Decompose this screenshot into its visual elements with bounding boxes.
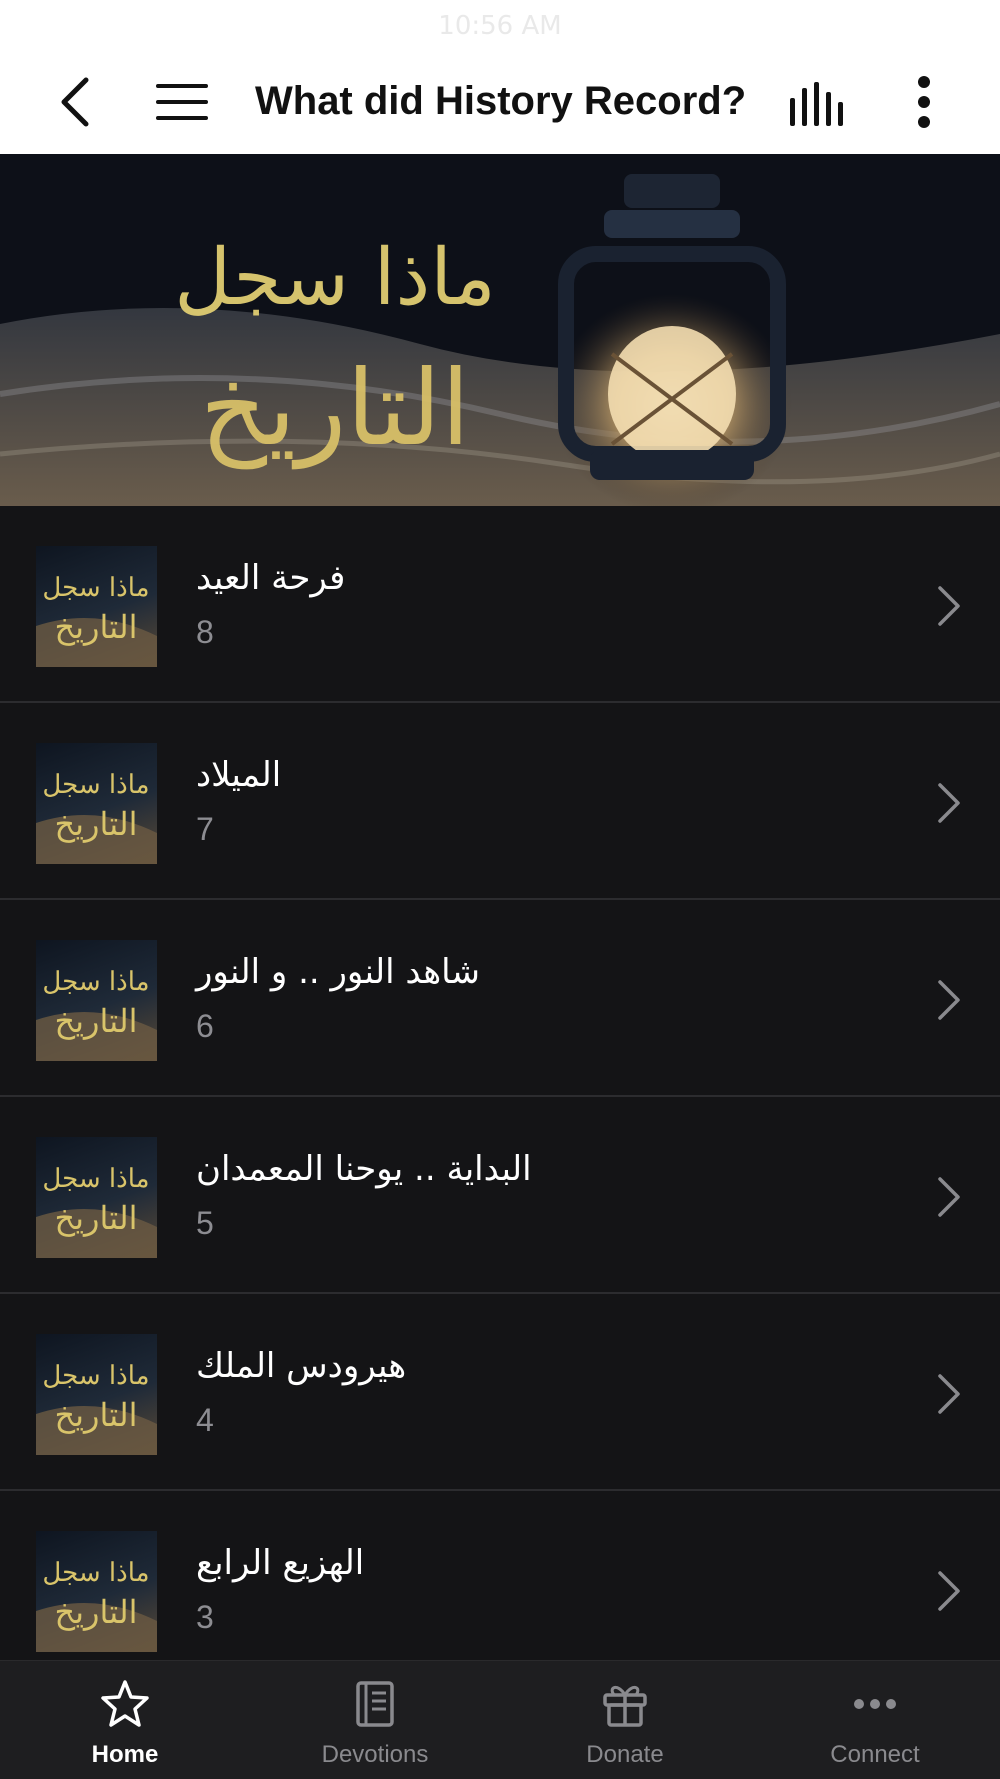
episode-thumbnail: ماذا سجل التاريخ — [36, 743, 157, 864]
status-time: 10:56 AM — [438, 11, 562, 41]
svg-text:ماذا سجل: ماذا سجل — [42, 1558, 149, 1588]
tab-devotions[interactable]: Devotions — [250, 1661, 500, 1779]
menu-icon[interactable] — [154, 80, 210, 124]
svg-text:التاريخ: التاريخ — [54, 1002, 137, 1040]
chevron-right-icon — [938, 1571, 960, 1611]
list-item[interactable]: ماذا سجل التاريخ شاهد النور .. و النور 6 — [0, 900, 1000, 1097]
more-options-icon[interactable] — [914, 74, 934, 130]
tab-label: Devotions — [321, 1741, 429, 1768]
banner-lettering-bottom: التاريخ — [200, 347, 470, 470]
tab-donate[interactable]: Donate — [500, 1661, 750, 1779]
episode-count: 3 — [196, 1599, 214, 1635]
episode-thumbnail: ماذا سجل التاريخ — [36, 1334, 157, 1455]
chevron-right-icon — [938, 1374, 960, 1414]
list-item[interactable]: ماذا سجل التاريخ البداية .. يوحنا المعمد… — [0, 1097, 1000, 1294]
svg-text:ماذا سجل: ماذا سجل — [42, 573, 149, 603]
chevron-right-icon — [938, 980, 960, 1020]
svg-text:التاريخ: التاريخ — [54, 805, 137, 843]
episode-title: هيرودس الملك — [196, 1346, 407, 1386]
episode-title: الهزيع الرابع — [196, 1543, 365, 1583]
book-icon — [356, 1681, 394, 1727]
svg-text:ماذا سجل: ماذا سجل — [42, 1164, 149, 1194]
svg-text:التاريخ: التاريخ — [54, 1396, 137, 1434]
episode-title: شاهد النور .. و النور — [196, 952, 480, 992]
tab-label: Home — [91, 1741, 159, 1768]
chevron-right-icon — [938, 1177, 960, 1217]
tab-connect[interactable]: Connect — [750, 1661, 1000, 1779]
episode-count: 4 — [196, 1402, 214, 1438]
svg-text:ماذا سجل: ماذا سجل — [42, 967, 149, 997]
episode-count: 6 — [196, 1008, 214, 1044]
dots-icon — [854, 1699, 896, 1709]
episode-title: البداية .. يوحنا المعمدان — [196, 1149, 532, 1189]
episode-count: 5 — [196, 1205, 214, 1241]
list-item[interactable]: ماذا سجل التاريخ هيرودس الملك 4 — [0, 1294, 1000, 1491]
list-item[interactable]: ماذا سجل التاريخ الهزيع الرابع 3 — [0, 1491, 1000, 1688]
svg-text:التاريخ: التاريخ — [54, 1593, 137, 1631]
page-title: What did History Record? — [255, 79, 747, 123]
bottom-tab-bar: Home Devotions Donate Connect — [0, 1660, 1000, 1779]
star-icon — [101, 1680, 149, 1727]
list-item[interactable]: ماذا سجل التاريخ فرحة العيد 8 — [0, 506, 1000, 703]
tab-label: Donate — [586, 1741, 664, 1768]
svg-text:ماذا سجل: ماذا سجل — [42, 1361, 149, 1391]
tab-home[interactable]: Home — [0, 1661, 250, 1779]
list-item[interactable]: ماذا سجل التاريخ الميلاد 7 — [0, 703, 1000, 900]
now-playing-icon[interactable] — [786, 80, 846, 126]
app-header: What did History Record? — [0, 50, 1000, 154]
episode-list: ماذا سجل التاريخ فرحة العيد 8 ماذا سجل ا… — [0, 506, 1000, 1688]
episode-count: 8 — [196, 614, 214, 650]
tab-label: Connect — [830, 1741, 920, 1768]
episode-thumbnail: ماذا سجل التاريخ — [36, 1531, 157, 1652]
banner-lettering-top: ماذا سجل — [174, 233, 496, 323]
back-icon[interactable] — [52, 72, 102, 132]
banner-artwork: ماذا سجل التاريخ — [0, 154, 1000, 506]
chevron-right-icon — [938, 783, 960, 823]
chevron-right-icon — [938, 586, 960, 626]
episode-title: فرحة العيد — [196, 558, 346, 598]
series-banner: ماذا سجل التاريخ — [0, 154, 1000, 506]
status-bar: 10:56 AM — [0, 0, 1000, 50]
episode-thumbnail: ماذا سجل التاريخ — [36, 1137, 157, 1258]
episode-thumbnail: ماذا سجل التاريخ — [36, 940, 157, 1061]
svg-text:التاريخ: التاريخ — [54, 1199, 137, 1237]
gift-icon — [603, 1686, 647, 1727]
episode-title: الميلاد — [196, 755, 282, 795]
svg-text:التاريخ: التاريخ — [54, 608, 137, 646]
episode-count: 7 — [196, 811, 214, 847]
svg-text:ماذا سجل: ماذا سجل — [42, 770, 149, 800]
episode-thumbnail: ماذا سجل التاريخ — [36, 546, 157, 667]
